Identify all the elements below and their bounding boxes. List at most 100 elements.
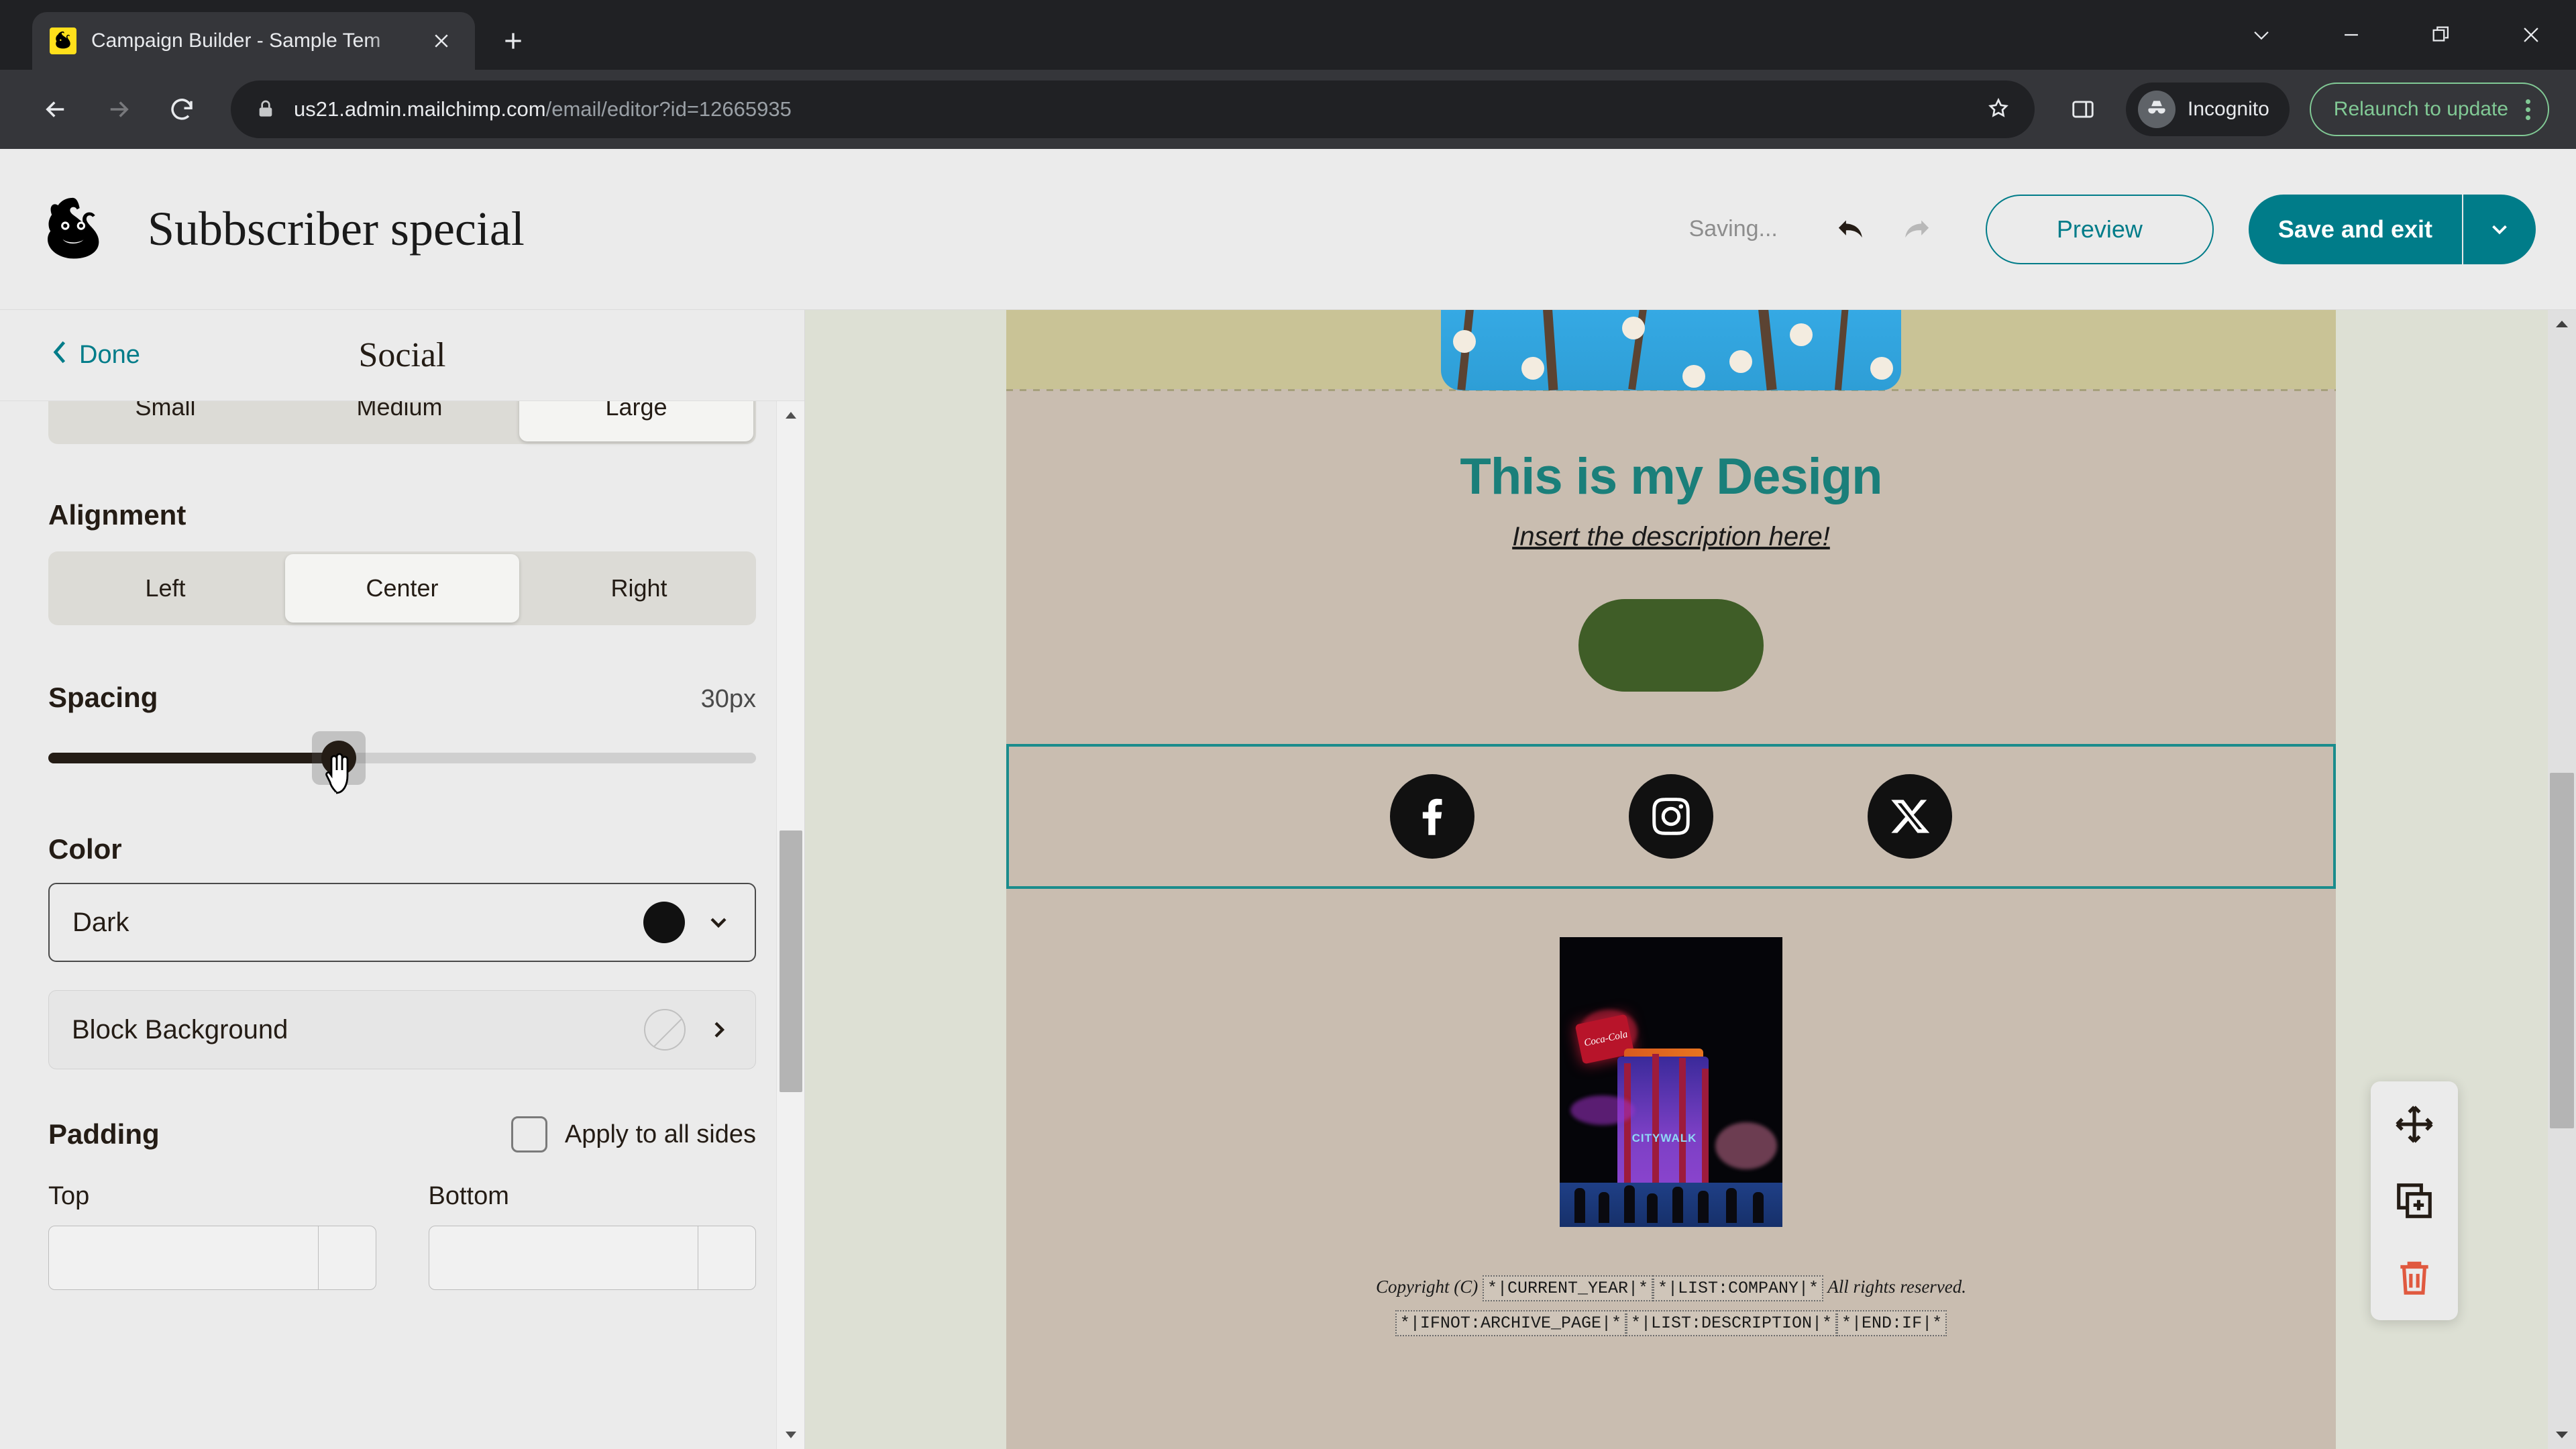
email-photo-row: Coca-Cola CITYWALK <box>1006 937 2336 1227</box>
email-description[interactable]: Insert the description here! <box>1006 522 2336 552</box>
sidebar-scrollbar[interactable] <box>776 401 804 1449</box>
profile-incognito-chip[interactable]: Incognito <box>2126 83 2290 136</box>
block-background-label: Block Background <box>72 1014 288 1044</box>
app-header: Subbscriber special Saving... Preview Sa… <box>0 149 2576 310</box>
save-chevron-down-icon[interactable] <box>2462 194 2536 264</box>
url-text: us21.admin.mailchimp.com/email/editor?id… <box>294 97 792 121</box>
size-option-small[interactable]: Small <box>48 401 282 444</box>
merge-tag-current-year[interactable]: *|CURRENT_YEAR|* <box>1482 1275 1653 1301</box>
email-preview: This is my Design Insert the description… <box>1006 310 2336 1449</box>
alignment-option-left[interactable]: Left <box>48 551 282 625</box>
star-icon[interactable] <box>1986 96 2010 123</box>
x-twitter-icon[interactable] <box>1868 774 1952 859</box>
mouse-cursor-hand-icon <box>325 753 349 794</box>
move-icon[interactable] <box>2389 1099 2440 1150</box>
footer-line-2: *|IFNOT:ARCHIVE_PAGE|* *|LIST:DESCRIPTION… <box>1060 1305 2282 1340</box>
email-heading[interactable]: This is my Design <box>1006 391 2336 506</box>
footer-rights-suffix: All rights reserved. <box>1827 1277 1967 1297</box>
scroll-down-arrow-icon[interactable] <box>777 1421 805 1449</box>
chevron-down-icon <box>705 909 732 936</box>
relaunch-to-update-button[interactable]: Relaunch to update <box>2309 83 2549 136</box>
size-option-large[interactable]: Large <box>519 401 753 441</box>
padding-bottom-input[interactable] <box>429 1226 698 1289</box>
padding-top-input[interactable] <box>49 1226 318 1289</box>
apply-to-all-sides-checkbox[interactable] <box>511 1116 547 1152</box>
sidebar-scrollbar-thumb[interactable] <box>780 830 802 1092</box>
duplicate-icon[interactable] <box>2389 1175 2440 1226</box>
hero-image[interactable] <box>1441 310 1901 390</box>
padding-label: Padding <box>48 1118 160 1150</box>
undo-icon[interactable] <box>1819 197 1884 262</box>
email-photo-block[interactable]: Coca-Cola CITYWALK <box>1560 937 1782 1227</box>
email-footer[interactable]: Copyright (C) *|CURRENT_YEAR|* *|LIST:COM… <box>1006 1270 2336 1366</box>
alignment-option-right[interactable]: Right <box>522 551 756 625</box>
tab-close-icon[interactable] <box>425 25 458 57</box>
alignment-segmented-control: Left Center Right <box>48 551 756 625</box>
browser-tab[interactable]: Campaign Builder - Sample Tem <box>32 12 475 70</box>
spacing-slider[interactable] <box>48 731 756 794</box>
color-select[interactable]: Dark <box>48 883 756 962</box>
forward-arrow-icon[interactable] <box>90 80 148 138</box>
canvas-scrollbar[interactable] <box>2548 310 2576 1449</box>
browser-window: Campaign Builder - Sample Tem us21.admin… <box>0 0 2576 1449</box>
settings-sidebar: Done Social Small Medium Large Alignment <box>0 310 805 1449</box>
padding-top-spinner[interactable] <box>317 1226 376 1289</box>
merge-tag-list-description[interactable]: *|LIST:DESCRIPTION|* <box>1625 1309 1837 1336</box>
relaunch-label: Relaunch to update <box>2333 98 2508 120</box>
email-cta-button[interactable] <box>1578 599 1764 692</box>
tab-title: Campaign Builder - Sample Tem <box>91 30 381 52</box>
panel-header: Done Social <box>0 310 804 401</box>
scroll-up-arrow-icon[interactable] <box>777 401 805 429</box>
canvas-scrollbar-thumb[interactable] <box>2550 773 2574 1128</box>
canvas-scroll-down-arrow-icon[interactable] <box>2548 1421 2576 1449</box>
padding-top-label: Top <box>48 1182 90 1210</box>
reload-icon[interactable] <box>153 80 211 138</box>
save-and-exit-button[interactable]: Save and exit <box>2249 195 2462 264</box>
email-top-band[interactable] <box>1006 310 2336 390</box>
block-background-row[interactable]: Block Background <box>48 990 756 1069</box>
restore-icon[interactable] <box>2396 0 2486 70</box>
mailchimp-favicon <box>50 28 76 54</box>
done-label: Done <box>79 341 140 369</box>
preview-button[interactable]: Preview <box>1985 194 2214 264</box>
close-icon[interactable] <box>2486 0 2576 70</box>
back-chevron-icon <box>51 339 68 372</box>
save-label: Save and exit <box>2277 215 2432 243</box>
address-bar[interactable]: us21.admin.mailchimp.com/email/editor?id… <box>231 80 2035 138</box>
minimize-icon[interactable] <box>2306 0 2396 70</box>
back-arrow-icon[interactable] <box>27 80 85 138</box>
url-host: us21.admin.mailchimp.com <box>294 97 546 121</box>
done-button[interactable]: Done <box>51 339 140 372</box>
footer-line-1: Copyright (C) *|CURRENT_YEAR|* *|LIST:COM… <box>1060 1270 2282 1305</box>
padding-bottom-stepper[interactable] <box>428 1226 756 1290</box>
padding-top-stepper[interactable] <box>48 1226 376 1290</box>
facebook-icon[interactable] <box>1390 774 1474 859</box>
size-option-medium[interactable]: Medium <box>282 401 517 444</box>
social-block-selected[interactable] <box>1006 744 2336 889</box>
instagram-icon[interactable] <box>1629 774 1713 859</box>
trash-icon[interactable] <box>2389 1252 2440 1303</box>
merge-tag-end-if[interactable]: *|END:IF|* <box>1837 1309 1947 1336</box>
mailchimp-app: Subbscriber special Saving... Preview Sa… <box>0 149 2576 1449</box>
url-path: /email/editor?id=12665935 <box>545 97 792 121</box>
preview-label: Preview <box>2056 215 2143 243</box>
app-body: Done Social Small Medium Large Alignment <box>0 310 2576 1449</box>
new-tab-button[interactable] <box>490 17 537 64</box>
merge-tag-list-company[interactable]: *|LIST:COMPANY|* <box>1653 1275 1824 1301</box>
alignment-label: Alignment <box>48 499 186 531</box>
collapse-chevron-down-icon[interactable] <box>2216 0 2306 70</box>
padding-bottom-field: Bottom <box>428 1182 756 1290</box>
canvas-scroll-up-arrow-icon[interactable] <box>2548 310 2576 338</box>
alignment-option-center[interactable]: Center <box>285 554 519 623</box>
spacing-header: Spacing 30px <box>48 682 756 714</box>
header-actions: Saving... Preview Save and exit <box>1689 194 2541 264</box>
profile-label: Incognito <box>2188 98 2269 120</box>
save-and-exit-group: Save and exit <box>2248 194 2536 264</box>
size-segmented-control: Small Medium Large <box>48 401 756 444</box>
three-dot-menu-icon[interactable] <box>2526 99 2530 120</box>
redo-icon[interactable] <box>1884 197 1948 262</box>
padding-bottom-spinner[interactable] <box>698 1226 755 1289</box>
merge-tag-ifnot-archive-page[interactable]: *|IFNOT:ARCHIVE_PAGE|* <box>1395 1309 1626 1336</box>
spacing-label: Spacing <box>48 682 158 713</box>
side-panel-icon[interactable] <box>2055 81 2111 138</box>
